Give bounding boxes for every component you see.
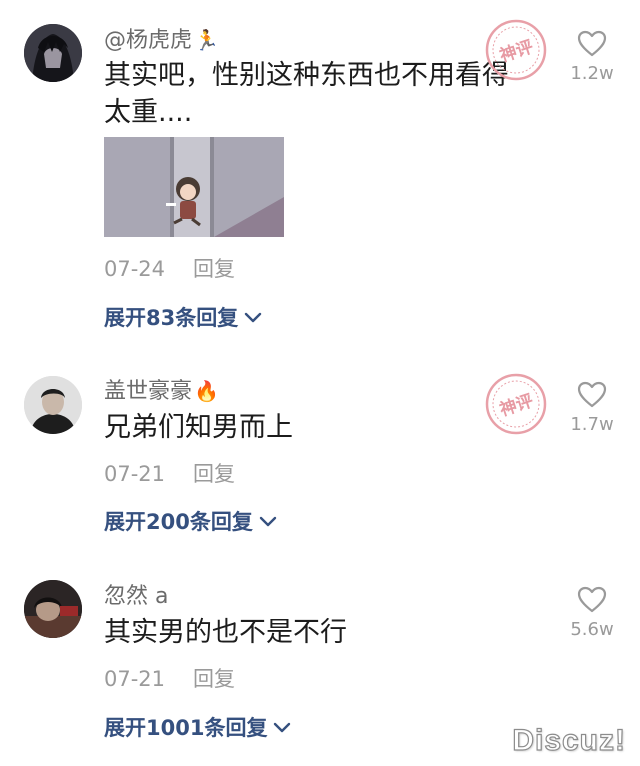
username-text: 盖世豪豪 (104, 379, 193, 404)
comment-text: 兄弟们知男而上 (104, 412, 293, 443)
runner-emoji-icon: 🏃 (194, 28, 219, 52)
avatar[interactable] (24, 376, 82, 434)
heart-outline-icon (577, 586, 607, 613)
avatar[interactable] (24, 24, 82, 82)
like-button[interactable]: 5.6w (562, 586, 622, 641)
reply-button[interactable]: 回复 (193, 257, 235, 281)
chevron-down-icon (259, 516, 277, 526)
username-text: 忽然 a (104, 584, 169, 609)
comment-meta: 07-24 回复 (104, 255, 235, 283)
chevron-down-icon (274, 722, 291, 732)
reply-button[interactable]: 回复 (193, 462, 235, 486)
expand-replies-label: 展开83条回复 (104, 306, 239, 330)
top-comment-stamp: 神评 (484, 18, 548, 82)
like-count: 1.2w (570, 63, 614, 84)
heart-outline-icon (577, 30, 607, 57)
fire-emoji-icon: 🔥 (194, 379, 219, 403)
comment-date: 07-24 (104, 257, 166, 281)
comment-meta: 07-21 回复 (104, 460, 235, 488)
username[interactable]: 忽然 a (104, 583, 168, 611)
expand-replies-label: 展开200条回复 (104, 510, 253, 534)
comment-meta: 07-21 回复 (104, 665, 235, 693)
comment-gif-image[interactable] (104, 137, 284, 237)
reply-button[interactable]: 回复 (193, 667, 235, 691)
username[interactable]: 盖世豪豪 🔥 (104, 377, 219, 406)
comment-date: 07-21 (104, 667, 166, 691)
expand-replies-label: 展开1001条回复 (104, 716, 268, 740)
comment-date: 07-21 (104, 462, 166, 486)
expand-replies-button[interactable]: 展开1001条回复 (104, 714, 291, 742)
like-count: 5.6w (570, 619, 614, 640)
expand-replies-button[interactable]: 展开200条回复 (104, 508, 277, 536)
comment-text: 其实吧，性别这种东西也不用看得太重.... (104, 60, 509, 128)
chevron-down-icon (245, 312, 262, 322)
comment-text: 其实男的也不是不行 (104, 617, 347, 648)
like-button[interactable]: 1.7w (562, 381, 622, 436)
site-watermark: Discuz! (512, 723, 626, 757)
username-text: @杨虎虎 (104, 28, 193, 53)
username[interactable]: @杨虎虎 🏃 (104, 26, 219, 55)
avatar[interactable] (24, 580, 82, 638)
like-button[interactable]: 1.2w (562, 30, 622, 85)
svg-text:神评: 神评 (497, 390, 536, 420)
svg-text:神评: 神评 (497, 36, 536, 66)
heart-outline-icon (577, 381, 607, 408)
like-count: 1.7w (570, 414, 614, 435)
top-comment-stamp: 神评 (484, 372, 548, 436)
expand-replies-button[interactable]: 展开83条回复 (104, 304, 262, 332)
